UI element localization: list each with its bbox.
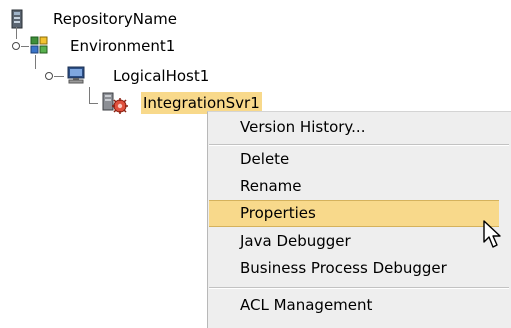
menu-item-version-history[interactable]: Version History... bbox=[209, 114, 499, 141]
logical-host-icon bbox=[66, 66, 86, 88]
repository-icon bbox=[11, 9, 23, 33]
tree-node-logical-host[interactable]: LogicalHost1 bbox=[0, 55, 260, 88]
tree-connector bbox=[89, 87, 90, 103]
tree-node-label: RepositoryName bbox=[53, 10, 178, 28]
menu-separator bbox=[209, 287, 509, 289]
tree-connector bbox=[35, 55, 36, 69]
tree-node-environment[interactable]: Environment1 bbox=[0, 27, 230, 58]
menu-item-business-process-debugger[interactable]: Business Process Debugger bbox=[209, 255, 499, 282]
tree-node-repository[interactable]: RepositoryName bbox=[0, 8, 230, 30]
tree-node-label: Environment1 bbox=[70, 37, 176, 55]
environment-icon bbox=[30, 36, 48, 58]
tree-connector bbox=[54, 76, 64, 77]
expand-handle-icon[interactable] bbox=[44, 71, 54, 81]
tree-connector bbox=[16, 27, 17, 39]
expand-handle-icon[interactable] bbox=[11, 41, 21, 51]
mouse-pointer-icon bbox=[483, 220, 501, 248]
context-menu: Version History... Delete Rename Propert… bbox=[207, 111, 511, 328]
tree-node-label: LogicalHost1 bbox=[113, 67, 210, 85]
menu-item-java-debugger[interactable]: Java Debugger bbox=[209, 228, 499, 255]
tree-connector bbox=[89, 103, 98, 104]
menu-item-delete[interactable]: Delete bbox=[209, 146, 499, 173]
menu-item-rename[interactable]: Rename bbox=[209, 173, 499, 200]
integration-server-icon bbox=[100, 92, 132, 118]
tree-connector bbox=[21, 46, 29, 47]
menu-item-acl-management[interactable]: ACL Management bbox=[209, 292, 499, 319]
menu-item-properties[interactable]: Properties bbox=[209, 200, 499, 227]
